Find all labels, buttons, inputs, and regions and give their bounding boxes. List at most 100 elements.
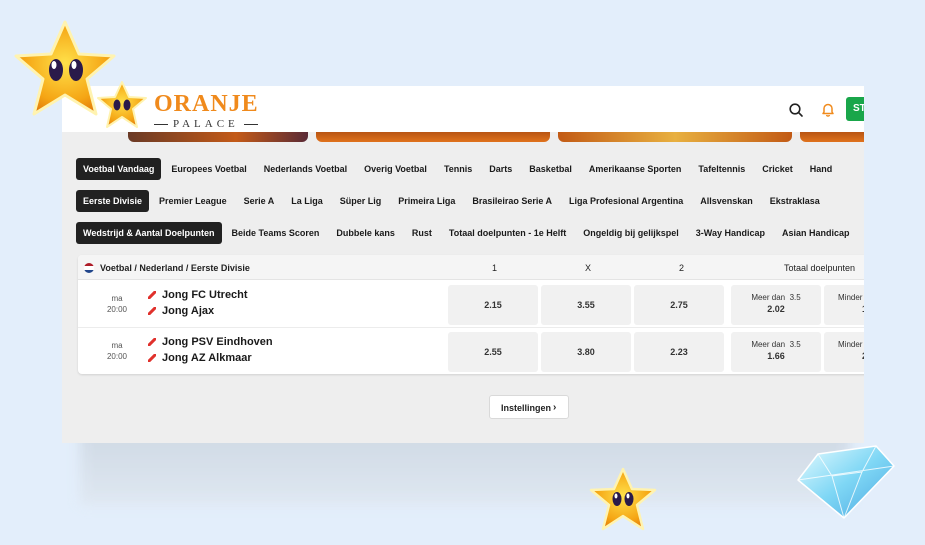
odds-home-button[interactable]: 2.15 xyxy=(448,285,538,325)
top-bar: ORANJE PALACE ST xyxy=(62,86,864,132)
tab-league[interactable]: Liga Profesional Argentina xyxy=(562,190,690,212)
over-label: Meer dan xyxy=(751,340,786,349)
over-odds: 2.02 xyxy=(767,304,785,314)
shirt-icon xyxy=(148,291,156,299)
promo-banner[interactable] xyxy=(128,132,308,142)
column-header-total: Totaal doelpunten xyxy=(784,263,856,273)
away-team: Jong Ajax xyxy=(148,305,215,317)
odds-draw-button[interactable]: 3.55 xyxy=(541,285,631,325)
tab-market[interactable]: Ongeldig bij gelijkspel xyxy=(576,222,686,244)
home-team: Jong FC Utrecht xyxy=(148,289,248,301)
tab-sport[interactable]: Voetbal Vandaag xyxy=(76,158,162,180)
over-line: 3.5 xyxy=(789,293,801,302)
panel-header: Voetbal / Nederland / Eerste Divisie 1 X… xyxy=(78,255,864,280)
odds-away-button[interactable]: 2.23 xyxy=(634,332,724,372)
home-team: Jong PSV Eindhoven xyxy=(148,336,273,348)
match-time: 20:00 xyxy=(106,352,128,361)
tab-sport[interactable]: Darts xyxy=(482,158,519,180)
promo-banner[interactable] xyxy=(800,132,864,142)
shirt-icon xyxy=(148,307,156,315)
tab-market[interactable]: Totaal doelpunten - 1e Helft xyxy=(442,222,573,244)
match-row[interactable]: ma 20:00 Jong PSV Eindhoven Jong AZ Alkm… xyxy=(78,328,864,374)
site-logo[interactable]: ORANJE PALACE xyxy=(154,92,274,132)
match-time: 20:00 xyxy=(106,305,128,314)
market-tabs: Wedstrijd & Aantal Doelpunten Beide Team… xyxy=(76,222,860,244)
away-team: Jong AZ Alkmaar xyxy=(148,352,252,364)
column-header-x: X xyxy=(585,263,592,273)
tab-sport[interactable]: Tafeltennis xyxy=(691,158,752,180)
sport-tabs: Voetbal Vandaag Europees Voetbal Nederla… xyxy=(76,158,842,180)
star-mascot-icon xyxy=(589,467,657,531)
tab-market[interactable]: Wedstrijd & Aantal Doelpunten xyxy=(76,222,222,244)
tab-sport[interactable]: Cricket xyxy=(755,158,800,180)
column-header-2: 2 xyxy=(679,263,685,273)
odds-home-button[interactable]: 2.55 xyxy=(448,332,538,372)
search-icon[interactable] xyxy=(788,102,804,118)
matches-panel: Voetbal / Nederland / Eerste Divisie 1 X… xyxy=(78,255,864,374)
tab-market[interactable]: Dubbele kans xyxy=(329,222,402,244)
tab-sport[interactable]: Tennis xyxy=(437,158,479,180)
netherlands-flag-icon xyxy=(84,263,94,273)
tab-league[interactable]: Serie A xyxy=(237,190,282,212)
column-header-1: 1 xyxy=(492,263,498,273)
away-team-name: Jong Ajax xyxy=(162,305,215,317)
start-button[interactable]: ST xyxy=(846,97,864,121)
match-datetime: ma 20:00 xyxy=(104,340,130,362)
promo-banner[interactable] xyxy=(316,132,550,142)
logo-sub-label: PALACE xyxy=(173,118,239,130)
odds-under-button[interactable]: Minder 1 xyxy=(824,285,864,325)
under-label: Minder xyxy=(838,340,863,349)
tab-league[interactable]: Eerste Divisie xyxy=(76,190,150,212)
settings-label: Instellingen xyxy=(501,403,552,413)
tab-league[interactable]: La Liga xyxy=(284,190,330,212)
odds-under-button[interactable]: Minder 2 xyxy=(824,332,864,372)
match-day: ma xyxy=(111,294,123,303)
tab-league[interactable]: Ekstraklasa xyxy=(763,190,827,212)
promo-banner[interactable] xyxy=(558,132,792,142)
tab-sport[interactable]: Overig Voetbal xyxy=(357,158,434,180)
match-day: ma xyxy=(111,341,123,350)
tab-market[interactable]: 3-Way Handicap xyxy=(689,222,772,244)
under-odds: 2 xyxy=(838,351,864,361)
settings-button[interactable]: Instellingen › xyxy=(489,395,569,419)
under-odds: 1 xyxy=(838,304,864,314)
away-team-name: Jong AZ Alkmaar xyxy=(162,352,252,364)
odds-over-button[interactable]: Meer dan 3.5 1.66 xyxy=(731,332,821,372)
tab-league[interactable]: Premier League xyxy=(152,190,234,212)
over-line: 3.5 xyxy=(789,340,801,349)
match-datetime: ma 20:00 xyxy=(104,293,130,315)
tab-league[interactable]: Süper Lig xyxy=(333,190,389,212)
tab-market[interactable]: Rust xyxy=(405,222,439,244)
browser-frame: ORANJE PALACE ST Voetbal Vandaag Europee… xyxy=(62,86,864,443)
chevron-right-icon: › xyxy=(553,402,557,413)
tab-league[interactable]: Allsvenskan xyxy=(693,190,760,212)
tab-league[interactable]: Primeira Liga xyxy=(391,190,462,212)
shirt-icon xyxy=(148,354,156,362)
bell-icon[interactable] xyxy=(820,101,836,117)
tab-league[interactable]: Brasileirao Serie A xyxy=(465,190,559,212)
logo-sub-text: PALACE xyxy=(154,118,274,130)
tab-sport[interactable]: Basketbal xyxy=(522,158,579,180)
home-team-name: Jong PSV Eindhoven xyxy=(162,336,273,348)
tab-market[interactable]: Beide Teams Scoren xyxy=(225,222,327,244)
tab-sport[interactable]: Amerikaanse Sporten xyxy=(582,158,689,180)
home-team-name: Jong FC Utrecht xyxy=(162,289,248,301)
promo-banners xyxy=(62,132,864,144)
match-row[interactable]: ma 20:00 Jong FC Utrecht Jong Ajax 2.15 … xyxy=(78,281,864,328)
odds-away-button[interactable]: 2.75 xyxy=(634,285,724,325)
tab-sport[interactable]: Hand xyxy=(803,158,840,180)
diamond-icon xyxy=(797,445,895,519)
league-tabs: Eerste Divisie Premier League Serie A La… xyxy=(76,190,830,212)
odds-over-button[interactable]: Meer dan 3.5 2.02 xyxy=(731,285,821,325)
over-odds: 1.66 xyxy=(767,351,785,361)
over-label: Meer dan xyxy=(751,293,786,302)
tab-market[interactable]: Asian Handicap xyxy=(775,222,857,244)
star-mascot-icon xyxy=(97,81,147,128)
odds-draw-button[interactable]: 3.80 xyxy=(541,332,631,372)
logo-main-text: ORANJE xyxy=(154,91,259,117)
tab-sport[interactable]: Nederlands Voetbal xyxy=(257,158,354,180)
shirt-icon xyxy=(148,338,156,346)
tab-sport[interactable]: Europees Voetbal xyxy=(164,158,253,180)
league-path[interactable]: Voetbal / Nederland / Eerste Divisie xyxy=(100,263,250,273)
under-label: Minder xyxy=(838,293,863,302)
